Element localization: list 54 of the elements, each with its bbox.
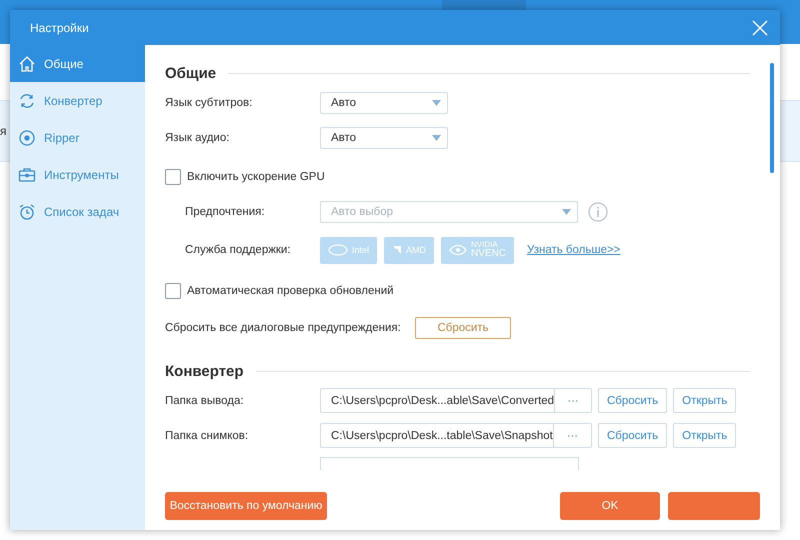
browse-button[interactable]: ···: [554, 389, 591, 412]
restore-defaults-button[interactable]: Восстановить по умолчанию: [165, 492, 327, 520]
dropdown-caret-icon: [562, 208, 571, 214]
checkbox-label: Включить ускорение GPU: [187, 170, 325, 182]
field-label: Язык субтитров:: [165, 96, 254, 108]
checkbox[interactable]: [165, 168, 181, 184]
dialog-button[interactable]: [668, 492, 760, 520]
field-label: Язык аудио:: [165, 132, 230, 144]
checkbox[interactable]: [165, 282, 181, 298]
field-label: Папка вывода:: [165, 394, 245, 406]
field-label: Предпочтения:: [185, 206, 266, 218]
path-field[interactable]: C:\Users\pcpro\Desk...table\Save\Snapshot ···: [320, 423, 592, 448]
sidebar-item[interactable]: Конвертер: [10, 82, 145, 119]
dropdown-caret-icon: [432, 134, 441, 140]
toolbox-icon: [18, 166, 36, 184]
field-label: Сбросить все диалоговые предупреждения:: [165, 322, 402, 334]
gpu-vendor-badge: NVIDIA NVENC: [441, 236, 514, 264]
gpu-vendor-badge: AMD: [384, 236, 434, 264]
sidebar-item[interactable]: Список задач: [10, 193, 145, 230]
info-icon[interactable]: [588, 202, 608, 222]
dropdown-caret-icon: [432, 100, 441, 106]
path-field[interactable]: C:\Users\pcpro\Desk...able\Save\Converted ···: [320, 388, 592, 413]
alarm-clock-icon: [18, 202, 36, 220]
refresh-icon: [18, 92, 36, 110]
field-label: Служба поддержки:: [185, 244, 292, 256]
home-icon: [18, 54, 36, 72]
background-app-text: я: [0, 124, 6, 138]
arrow-logo-icon: [392, 245, 402, 255]
close-icon: [752, 20, 768, 36]
section-heading: Конвертер: [165, 362, 244, 380]
sidebar-item[interactable]: Инструменты: [10, 156, 145, 193]
eye-logo-icon: [449, 244, 468, 256]
gpu-vendor-badge: Intel: [320, 236, 378, 264]
sidebar-item[interactable]: Ripper: [10, 119, 145, 156]
dropdown[interactable]: Авто: [320, 126, 448, 148]
checkbox-label: Автоматическая проверка обновлений: [187, 284, 394, 296]
open-button[interactable]: Открыть: [673, 388, 736, 413]
dropdown[interactable]: Авто: [320, 92, 448, 114]
close-button[interactable]: [750, 18, 770, 38]
window-title: Настройки: [30, 20, 89, 34]
path-field[interactable]: [320, 457, 579, 470]
reset-button[interactable]: Сбросить: [598, 388, 668, 413]
sidebar-item[interactable]: Общие: [10, 45, 145, 82]
field-label: Папка снимков:: [165, 430, 250, 442]
ok-button[interactable]: OK: [560, 492, 660, 520]
oval-logo-icon: [328, 244, 348, 256]
scrollbar-thumb[interactable]: [770, 63, 774, 173]
browse-button[interactable]: ···: [552, 424, 591, 447]
reset-button[interactable]: Сбросить: [415, 316, 511, 338]
reset-button[interactable]: Сбросить: [598, 423, 668, 448]
disc-icon: [18, 128, 36, 146]
section-heading: Общие: [165, 64, 216, 82]
learn-more-link[interactable]: Узнать больше>>: [527, 244, 620, 256]
open-button[interactable]: Открыть: [673, 423, 736, 448]
